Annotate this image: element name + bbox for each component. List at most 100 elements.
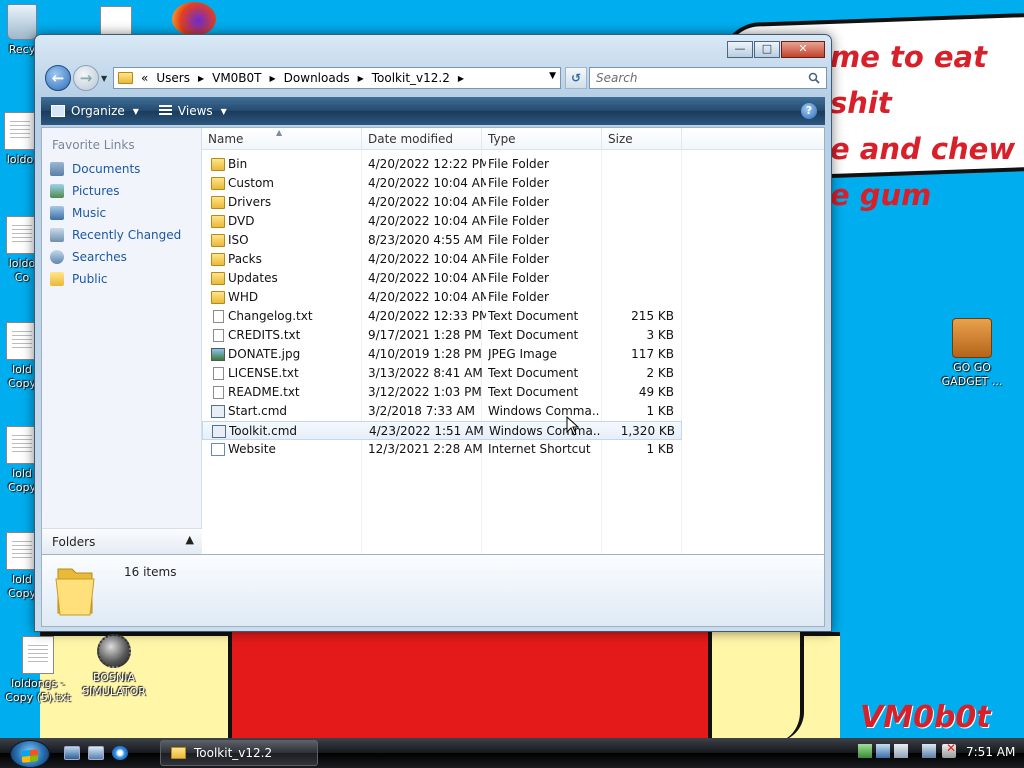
desktop-text-file-icon[interactable] bbox=[100, 6, 132, 36]
taskbar-clock[interactable]: 7:51 AM bbox=[966, 745, 1015, 759]
taskbar-button-explorer[interactable]: Toolkit_v12.2 bbox=[160, 740, 318, 766]
column-header-size[interactable]: Size bbox=[602, 128, 682, 150]
file-row[interactable]: WHD 4/20/2022 10:04 AM File Folder bbox=[202, 288, 682, 307]
desktop-icon-gadget[interactable]: GO GO GADGET ... bbox=[932, 318, 1012, 389]
fav-link-searches[interactable]: Searches bbox=[50, 250, 127, 264]
text-document-icon bbox=[213, 329, 224, 342]
fav-link-label: Music bbox=[72, 206, 107, 220]
breadcrumb-toolkit[interactable]: Toolkit_v12.2 bbox=[372, 71, 450, 85]
desktop-icon-text-file[interactable]: loldongs - Copy (5).txt bbox=[0, 636, 78, 705]
refresh-button[interactable]: ↺ bbox=[565, 67, 587, 89]
file-row[interactable]: Packs 4/20/2022 10:04 AM File Folder bbox=[202, 250, 682, 269]
file-date-modified: 4/20/2022 10:04 AM bbox=[368, 195, 486, 209]
file-row[interactable]: DONATE.jpg 4/10/2019 1:28 PM JPEG Image 117… bbox=[202, 345, 682, 364]
breadcrumb-user[interactable]: VM0B0T bbox=[212, 71, 261, 85]
file-row[interactable]: Custom 4/20/2022 10:04 AM File Folder bbox=[202, 174, 682, 193]
file-name: Packs bbox=[228, 252, 262, 266]
minimize-button[interactable]: — bbox=[727, 41, 753, 58]
breadcrumb-separator[interactable]: ▶ bbox=[270, 74, 276, 83]
file-row[interactable]: README.txt 3/12/2022 1:03 PM Text Document… bbox=[202, 383, 682, 402]
file-type: Internet Shortcut bbox=[488, 442, 591, 456]
firefox-icon[interactable] bbox=[172, 2, 216, 36]
breadcrumb-users[interactable]: Users bbox=[156, 71, 190, 85]
file-row[interactable]: Website 12/3/2021 2:28 AM Internet Shortcu… bbox=[202, 440, 682, 459]
taskbar-button-label: Toolkit_v12.2 bbox=[194, 746, 273, 760]
chevron-down-icon: ▼ bbox=[132, 106, 139, 116]
forward-button[interactable]: → bbox=[73, 65, 99, 91]
switch-windows-icon[interactable] bbox=[88, 746, 104, 760]
back-button[interactable]: ← bbox=[45, 65, 71, 91]
fav-link-music[interactable]: Music bbox=[50, 206, 106, 220]
explorer-window[interactable]: — □ ✕ ← → ▼ « Users ▶ VM0B0T ▶ Downloads… bbox=[34, 34, 832, 632]
views-label: Views bbox=[177, 104, 213, 118]
tray-network-status-icon[interactable] bbox=[922, 744, 936, 758]
file-type: File Folder bbox=[488, 214, 549, 228]
folder-icon bbox=[211, 177, 225, 190]
file-row[interactable]: CREDITS.txt 9/17/2021 1:28 PM Text Documen… bbox=[202, 326, 682, 345]
file-size: 49 KB bbox=[638, 385, 674, 399]
speaker-muted-icon[interactable]: ✕ bbox=[942, 741, 956, 758]
folder-icon bbox=[55, 568, 95, 616]
show-desktop-icon[interactable] bbox=[64, 746, 80, 760]
fav-link-documents[interactable]: Documents bbox=[50, 162, 140, 176]
close-button[interactable]: ✕ bbox=[781, 41, 825, 58]
file-row[interactable]: Drivers 4/20/2022 10:04 AM File Folder bbox=[202, 193, 682, 212]
internet-explorer-icon[interactable] bbox=[112, 746, 128, 760]
search-icon[interactable] bbox=[808, 72, 820, 84]
breadcrumb-separator[interactable]: ▶ bbox=[198, 74, 204, 83]
address-bar[interactable]: « Users ▶ VM0B0T ▶ Downloads ▶ Toolkit_v… bbox=[113, 67, 561, 89]
file-row[interactable]: Updates 4/20/2022 10:04 AM File Folder bbox=[202, 269, 682, 288]
folders-toggle[interactable]: Folders ▲ bbox=[42, 528, 202, 554]
column-header-type[interactable]: Type bbox=[482, 128, 602, 150]
address-dropdown[interactable]: ▼ bbox=[549, 71, 556, 81]
pictures-icon bbox=[50, 184, 64, 198]
file-row[interactable]: Start.cmd 3/2/2018 7:33 AM Windows Comma..… bbox=[202, 402, 682, 421]
fav-link-public[interactable]: Public bbox=[50, 272, 108, 286]
file-date-modified: 4/23/2022 1:51 AM bbox=[369, 424, 484, 438]
file-name: Updates bbox=[228, 271, 278, 285]
file-row[interactable]: LICENSE.txt 3/13/2022 8:41 AM Text Documen… bbox=[202, 364, 682, 383]
desktop-icon-label: GO GO GADGET ... bbox=[941, 361, 1003, 388]
maximize-button[interactable]: □ bbox=[754, 41, 780, 58]
file-name: DVD bbox=[228, 214, 255, 228]
breadcrumb-separator[interactable]: ▶ bbox=[458, 74, 464, 83]
breadcrumb-separator[interactable]: ▶ bbox=[358, 74, 364, 83]
tray-device-icon[interactable] bbox=[894, 744, 908, 758]
views-button[interactable]: Views ▼ bbox=[158, 104, 227, 118]
briefcase-icon bbox=[952, 318, 992, 358]
text-document-icon bbox=[213, 367, 224, 380]
organize-icon bbox=[51, 105, 65, 117]
organize-button[interactable]: Organize ▼ bbox=[51, 104, 139, 118]
file-row[interactable]: Toolkit.cmd 4/23/2022 1:51 AM Windows Comm… bbox=[202, 421, 682, 440]
file-row[interactable]: Changelog.txt 4/20/2022 12:33 PM Text Docu… bbox=[202, 307, 682, 326]
breadcrumb-downloads[interactable]: Downloads bbox=[284, 71, 350, 85]
file-type: Windows Comma... bbox=[489, 424, 601, 438]
column-header-name[interactable]: ▲ Name bbox=[202, 128, 362, 150]
search-input[interactable]: Search bbox=[589, 67, 827, 89]
file-type: File Folder bbox=[488, 290, 549, 304]
fav-link-label: Searches bbox=[72, 250, 127, 264]
help-button[interactable]: ? bbox=[801, 103, 817, 119]
file-type: Text Document bbox=[488, 328, 579, 342]
file-row[interactable]: ISO 8/23/2020 4:55 AM File Folder bbox=[202, 231, 682, 250]
fav-link-label: Pictures bbox=[72, 184, 120, 198]
file-row[interactable]: DVD 4/20/2022 10:04 AM File Folder bbox=[202, 212, 682, 231]
tray-monitor-icon[interactable] bbox=[876, 744, 890, 758]
organize-label: Organize bbox=[71, 104, 125, 118]
mine-icon bbox=[97, 634, 131, 668]
chevron-down-icon: ▼ bbox=[220, 106, 227, 116]
recycle-bin-icon bbox=[7, 4, 37, 40]
fav-link-recently-changed[interactable]: Recently Changed bbox=[50, 228, 181, 242]
recent-pages-dropdown[interactable]: ▼ bbox=[101, 74, 107, 83]
breadcrumb-overflow[interactable]: « bbox=[141, 71, 148, 85]
item-count: 16 items bbox=[124, 565, 177, 579]
column-header-date[interactable]: Date modified bbox=[362, 128, 482, 150]
chevron-up-icon: ▲ bbox=[185, 533, 194, 546]
fav-link-pictures[interactable]: Pictures bbox=[50, 184, 120, 198]
file-row[interactable]: Bin 4/20/2022 12:22 PM File Folder bbox=[202, 155, 682, 174]
recently-changed-icon bbox=[50, 228, 64, 242]
file-name: Website bbox=[228, 442, 276, 456]
desktop-icon-bosnia-simulator[interactable]: BOSNIA SIMULATOR bbox=[74, 634, 154, 699]
fav-link-label: Documents bbox=[72, 162, 141, 176]
tray-network-icon[interactable] bbox=[858, 744, 872, 758]
